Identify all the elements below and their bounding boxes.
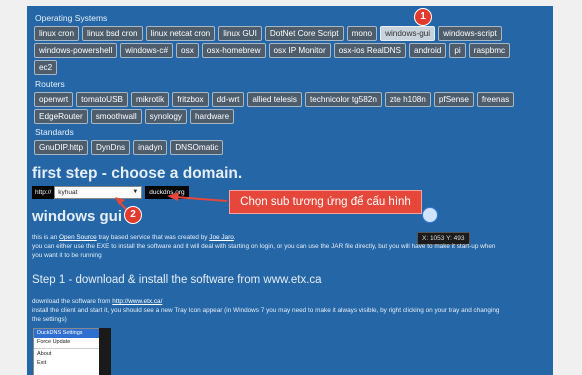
taskbar-strip (99, 328, 111, 375)
step-badge-2: 2 (124, 206, 142, 224)
install-line-2: the settings) (32, 316, 67, 323)
tray-menu-item-about: About (37, 351, 52, 357)
windows-gui-heading: windows gui (32, 208, 122, 225)
download-text: download the software from (32, 298, 113, 305)
step-1-heading: Step 1 - download & install the software… (32, 274, 322, 286)
main-panel: Operating Systems linux cron linux bsd cr… (27, 6, 553, 375)
tray-menu-screenshot: DuckDNS Settings Force Update About Exit (33, 328, 101, 375)
instruction-callout: Chọn sub tương ứng để cấu hình (229, 190, 422, 214)
open-source-link[interactable]: Open Source (59, 234, 97, 241)
arrow-to-select-icon (167, 192, 228, 202)
move-cursor-icon (422, 207, 438, 223)
intro-text-3: . (233, 234, 236, 241)
tray-menu-item-exit: Exit (37, 360, 47, 366)
tray-menu-item-force-update: Force Update (37, 339, 71, 345)
intro-text: this is an (32, 234, 59, 241)
author-link[interactable]: Joe Jaro (209, 234, 234, 241)
tray-menu-item-settings: DuckDNS Settings (34, 329, 100, 338)
download-link[interactable]: http://www.etx.ca/ (112, 298, 162, 305)
intro-line-3: you want it to be running (32, 252, 102, 259)
intro-text-2: tray based service that was created by (96, 234, 210, 241)
tray-menu-divider (34, 348, 100, 349)
